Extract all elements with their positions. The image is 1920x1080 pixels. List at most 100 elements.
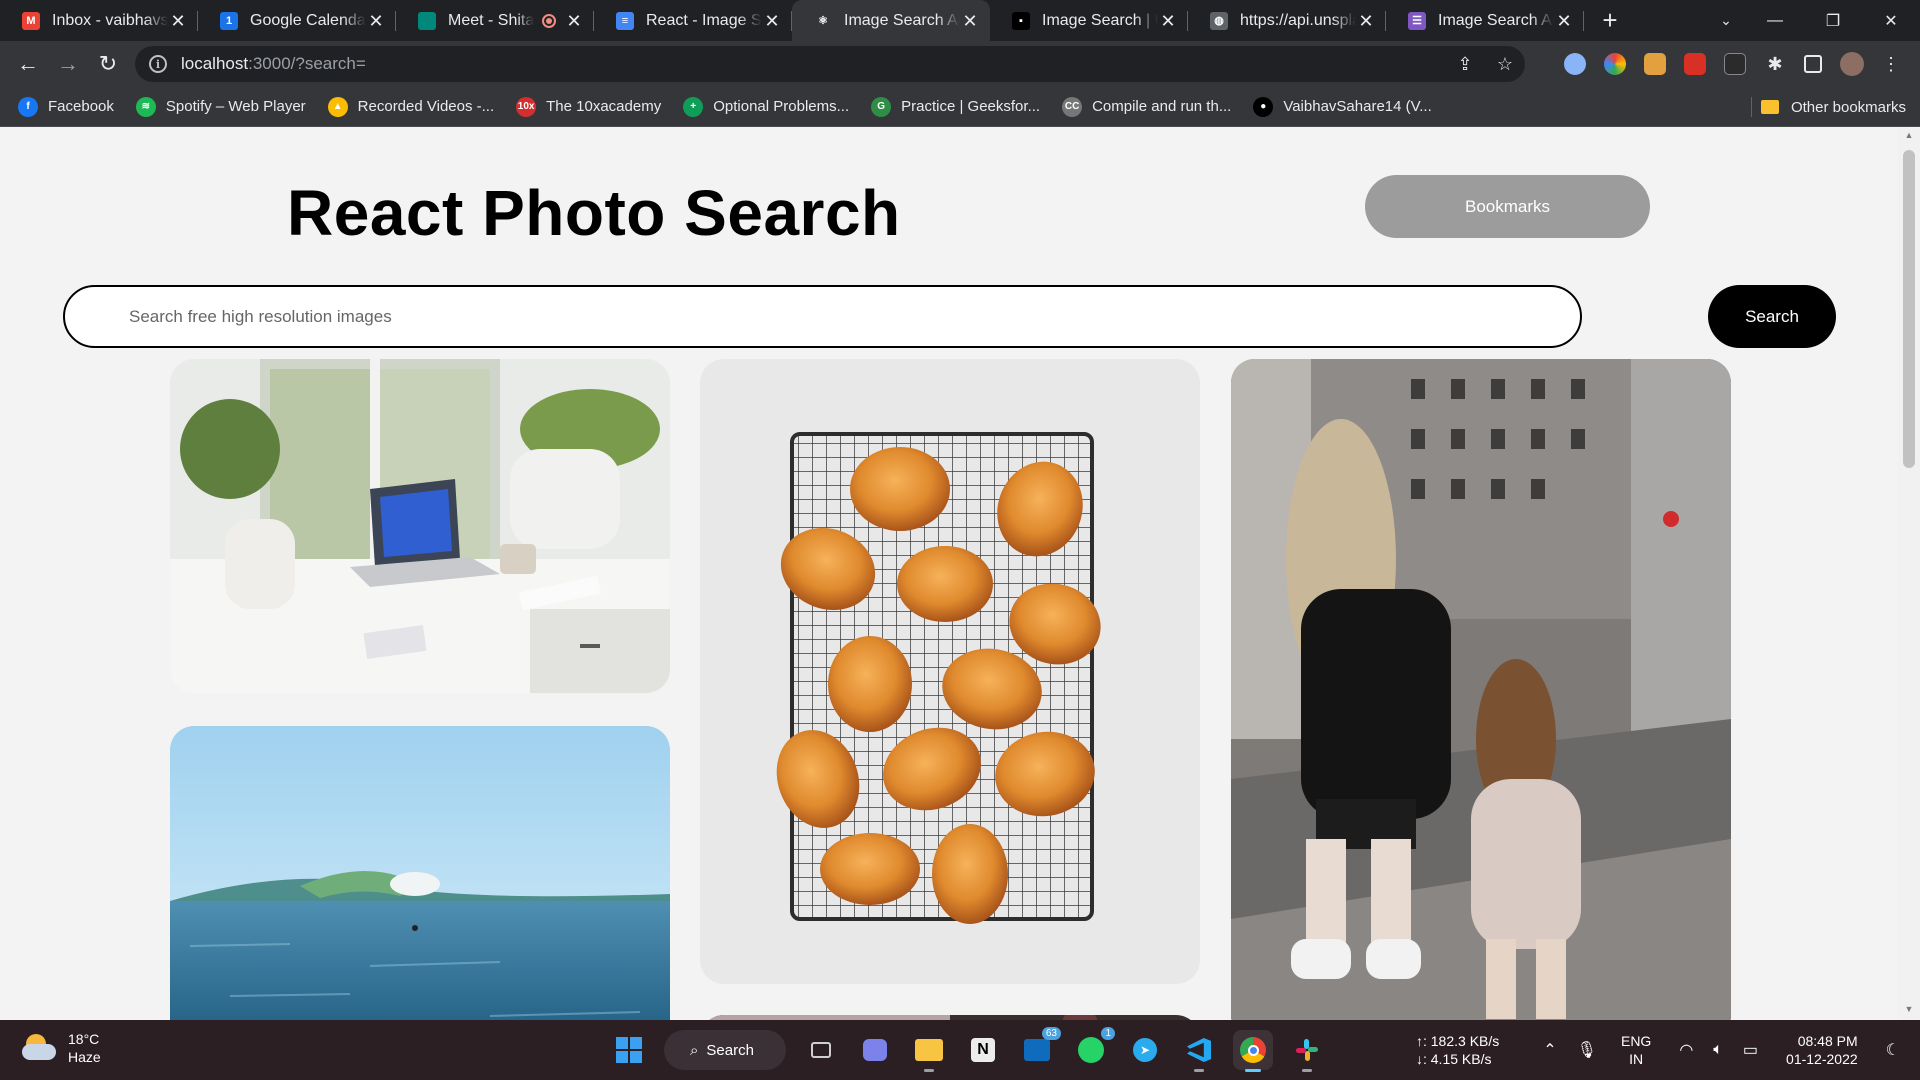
scroll-down-arrow[interactable]: ▼ <box>1898 1004 1920 1020</box>
volume-icon[interactable]: 🔈︎ <box>1713 1041 1723 1059</box>
forward-button[interactable]: → <box>48 44 88 84</box>
browser-tab[interactable]: ◍ https://api.unsplash.com✕ <box>1188 0 1386 41</box>
vscode-icon[interactable] <box>1179 1030 1219 1072</box>
tab-list: MInbox - vaibhavsahare✕1Google Calendar✕… <box>0 0 1584 41</box>
other-bookmarks-folder[interactable]: Other bookmarks <box>1760 87 1906 127</box>
bookmark-item[interactable]: f Facebook <box>18 96 114 117</box>
browser-tab[interactable]: ▪ Image Search | Unsplash✕ <box>990 0 1188 41</box>
bookmark-item[interactable]: ▲ Recorded Videos -... <box>327 96 494 117</box>
new-tab-button[interactable]: + <box>1590 5 1630 36</box>
bookmark-label: Compile and run th... <box>1092 98 1232 115</box>
share-icon[interactable]: ⇪ <box>1445 54 1485 75</box>
adblock-extension-icon[interactable] <box>1684 53 1706 75</box>
page-viewport: React Photo Search Bookmarks Search <box>0 128 1898 1020</box>
bookmark-item[interactable]: + Optional Problems... <box>683 96 850 117</box>
close-tab-icon[interactable]: ✕ <box>564 11 584 31</box>
photo-card-walking[interactable] <box>1231 359 1731 1020</box>
drive-icon: ▲ <box>327 96 348 117</box>
ocean-photo <box>170 726 670 1020</box>
browser-tab[interactable]: ☰ Image Search App✕ <box>1386 0 1584 41</box>
bookmarks-list: f Facebook ≋ Spotify – Web Player ▲ Recorded … <box>18 96 1454 117</box>
dark-extension-icon[interactable] <box>1724 53 1746 75</box>
folder-icon <box>1760 100 1779 114</box>
outlook-badge: 63 <box>1041 1027 1061 1040</box>
gmail-icon: M <box>22 11 40 30</box>
site-info-icon[interactable]: i <box>149 55 167 73</box>
page-scrollbar[interactable]: ▲ ▼ <box>1898 128 1920 1020</box>
close-tab-icon[interactable]: ✕ <box>1158 11 1178 31</box>
close-tab-icon[interactable]: ✕ <box>1554 11 1574 31</box>
photo-card-ocean[interactable] <box>170 726 670 1020</box>
browser-menu-icon[interactable]: ⋮ <box>1882 53 1900 75</box>
scrollbar-thumb[interactable] <box>1903 150 1915 468</box>
lens-extension-icon[interactable] <box>1564 53 1586 75</box>
close-tab-icon[interactable]: ✕ <box>168 11 188 31</box>
browser-tab[interactable]: M Inbox - vaibhavsahare✕ <box>0 0 198 41</box>
outlook-icon[interactable]: 63 <box>1017 1027 1061 1070</box>
back-button[interactable]: ← <box>8 44 48 84</box>
language-indicator[interactable]: ENG IN <box>1621 1032 1651 1068</box>
close-tab-icon[interactable]: ✕ <box>762 11 782 31</box>
bookmark-item[interactable]: ● VaibhavSahare14 (V... <box>1253 96 1432 117</box>
10x-icon: 10x <box>516 96 537 117</box>
profile-avatar[interactable] <box>1840 52 1864 76</box>
weather-widget[interactable]: 18°C Haze <box>22 1030 101 1066</box>
bookmark-label: VaibhavSahare14 (V... <box>1283 98 1432 115</box>
extensions-puzzle-icon[interactable]: ✱ <box>1764 53 1786 75</box>
tab-title: Image Search App <box>844 11 960 29</box>
close-tab-icon[interactable]: ✕ <box>366 11 386 31</box>
microphone-icon[interactable]: 🎙︎ <box>1577 1040 1597 1060</box>
browser-tab[interactable]: 1 Google Calendar ✕ <box>198 0 396 41</box>
slack-icon[interactable] <box>1287 1030 1327 1072</box>
bookmark-label: Optional Problems... <box>713 98 850 115</box>
bookmark-item[interactable]: ≋ Spotify – Web Player <box>135 96 306 117</box>
focus-moon-icon[interactable]: ☾ <box>1886 1040 1900 1060</box>
close-window-button[interactable]: ✕ <box>1862 0 1920 41</box>
taskbar-search[interactable]: ⌕ Search <box>664 1030 786 1070</box>
task-view-icon[interactable] <box>801 1030 841 1070</box>
teams-chat-icon[interactable] <box>855 1030 895 1070</box>
notes-extension-icon[interactable] <box>1644 53 1666 75</box>
search-button[interactable]: Search <box>1708 285 1836 348</box>
minimize-button[interactable]: — <box>1746 0 1804 41</box>
photo-card-buns[interactable] <box>700 359 1200 984</box>
bookmarks-button[interactable]: Bookmarks <box>1365 175 1650 238</box>
upload-speed: ↑: 182.3 KB/s <box>1415 1033 1500 1049</box>
tab-search-icon[interactable]: ⌄ <box>1706 0 1746 41</box>
bookmark-star-icon[interactable]: ☆ <box>1485 54 1525 75</box>
restore-button[interactable]: ❐ <box>1804 0 1862 41</box>
windows-start-icon[interactable] <box>609 1030 649 1070</box>
wifi-icon[interactable]: ◠ <box>1679 1040 1693 1060</box>
bookmark-label: The 10xacademy <box>546 98 662 115</box>
compiler-icon: CC <box>1062 96 1083 117</box>
chrome-icon[interactable] <box>1233 1030 1273 1072</box>
notion-icon[interactable]: N <box>963 1030 1003 1070</box>
address-bar[interactable]: i localhost:3000/?search= ⇪ ☆ <box>135 46 1525 82</box>
color-picker-extension-icon[interactable] <box>1604 53 1626 75</box>
close-tab-icon[interactable]: ✕ <box>1356 11 1376 31</box>
clock[interactable]: 08:48 PM 01-12-2022 <box>1786 1032 1858 1068</box>
file-explorer-icon[interactable] <box>909 1030 949 1072</box>
search-icon: ⌕ <box>690 1041 699 1059</box>
bookmark-item[interactable]: G Practice | Geeksfor... <box>871 96 1040 117</box>
browser-tab[interactable]: ⚛ Image Search App✕ <box>792 0 990 41</box>
photo-card-workspace[interactable] <box>170 359 670 693</box>
side-panel-icon[interactable] <box>1804 55 1822 73</box>
browser-tab[interactable]: ≡ React - Image Search✕ <box>594 0 792 41</box>
windows-taskbar: 18°C Haze ⌕ Search N 63 1 ➤ ↑: 182.3 KB/… <box>0 1020 1920 1080</box>
browser-tab[interactable]: Meet - Shital ✕ <box>396 0 594 41</box>
reload-button[interactable]: ↻ <box>88 44 128 84</box>
telegram-icon[interactable]: ➤ <box>1125 1030 1165 1070</box>
search-input[interactable] <box>63 285 1582 348</box>
battery-icon[interactable]: ▭ <box>1743 1040 1758 1060</box>
close-tab-icon[interactable]: ✕ <box>960 11 980 31</box>
calendar-icon: 1 <box>220 11 238 30</box>
weather-cloud-icon <box>22 1034 56 1062</box>
bookmark-item[interactable]: CC Compile and run th... <box>1062 96 1232 117</box>
bookmarks-bar: f Facebook ≋ Spotify – Web Player ▲ Recorded … <box>0 87 1920 127</box>
bookmark-item[interactable]: 10x The 10xacademy <box>516 96 662 117</box>
whatsapp-icon[interactable]: 1 <box>1071 1027 1115 1070</box>
chevron-up-icon[interactable]: ⌃ <box>1543 1040 1556 1060</box>
scroll-up-arrow[interactable]: ▲ <box>1898 130 1920 146</box>
bookmark-label: Facebook <box>48 98 114 115</box>
